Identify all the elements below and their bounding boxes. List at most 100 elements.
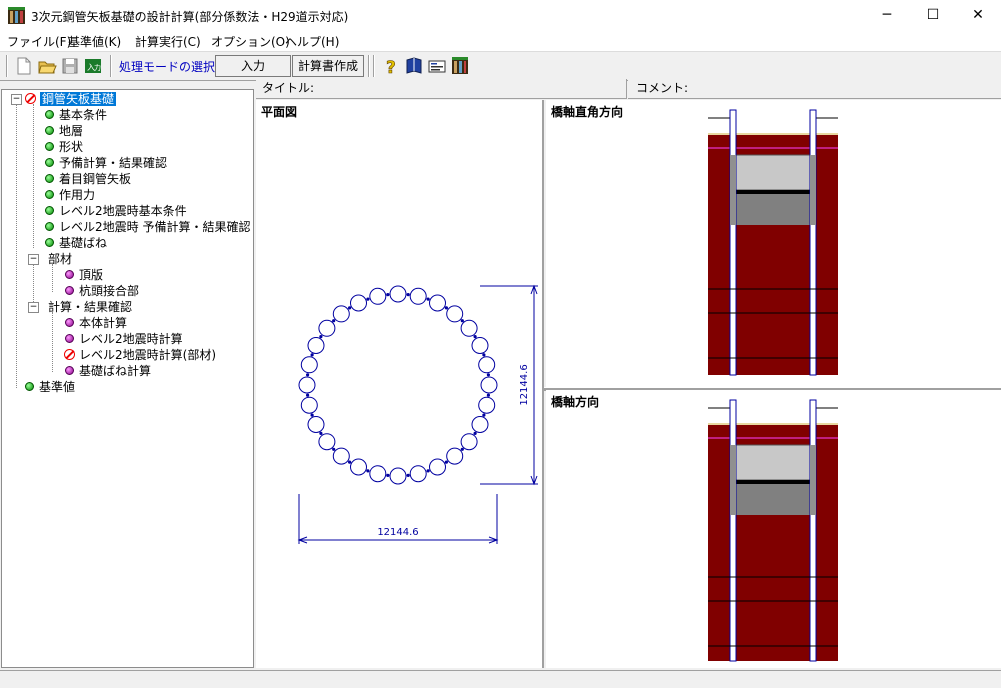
pile-circle xyxy=(389,467,407,485)
tree-item-strata[interactable]: 地層 xyxy=(45,123,83,139)
pile-left xyxy=(729,399,737,662)
tree-item-level2-member-calc[interactable]: レベル2地震時計算(部材) xyxy=(64,347,216,363)
status-ok-icon xyxy=(45,222,54,231)
slab-bottom-line xyxy=(736,480,810,484)
tree-item-foundation-spring[interactable]: 基礎ばね xyxy=(45,235,107,251)
pile-circle xyxy=(332,447,350,465)
tree-item-pile-head-joint[interactable]: 杭頭接合部 xyxy=(65,283,139,299)
pile-joint xyxy=(306,373,310,377)
pile-circle xyxy=(350,458,367,476)
tree-connector xyxy=(33,104,34,248)
plan-view-panel: 平面図 12144.6 12144.6 xyxy=(256,100,544,668)
pile-joint xyxy=(444,460,448,464)
maximize-button[interactable]: ☐ xyxy=(910,0,956,31)
status-bar xyxy=(0,670,1001,688)
tree-expander[interactable]: − xyxy=(11,94,22,105)
mode-input-button[interactable]: 入力 xyxy=(215,55,291,77)
menu-bar: ファイル(F) 基準値(K) 計算実行(C) オプション(O) ヘルプ(H) xyxy=(0,31,1001,51)
pile-joint xyxy=(426,469,430,473)
pile-circle xyxy=(318,433,336,451)
pile-circle xyxy=(409,465,427,483)
tree-item-basic-conditions[interactable]: 基本条件 xyxy=(45,107,107,123)
pile-circle xyxy=(332,305,350,323)
pile-joint xyxy=(482,413,486,417)
menu-help[interactable]: ヘルプ(H) xyxy=(285,33,339,50)
tree-root[interactable]: 鋼管矢板基礎 xyxy=(25,91,117,107)
tree-item-acting-force[interactable]: 作用力 xyxy=(45,187,95,203)
pile-circle xyxy=(478,356,496,374)
open-folder-icon[interactable] xyxy=(37,56,57,76)
top-slab xyxy=(735,444,811,481)
tree-item-preliminary-calc[interactable]: 予備計算・結果確認 xyxy=(45,155,167,171)
help-icon[interactable]: ? xyxy=(381,56,401,76)
tree-item-level2-calc[interactable]: レベル2地震時計算 xyxy=(65,331,183,347)
tree-item-level2-preliminary[interactable]: レベル2地震時 予備計算・結果確認 xyxy=(45,219,250,235)
pile-circle xyxy=(350,294,367,312)
status-pending-icon xyxy=(65,318,74,327)
pile-joint xyxy=(348,460,352,464)
tree-expander[interactable]: − xyxy=(28,302,39,313)
pile-joint xyxy=(486,393,490,397)
status-ok-icon xyxy=(45,190,54,199)
pile-joint xyxy=(460,319,464,323)
tree-item-focus-pile[interactable]: 着目鋼管矢板 xyxy=(45,171,131,187)
pile-joint xyxy=(332,447,336,451)
vertical-dimension-label: 12144.6 xyxy=(519,364,530,405)
title-field[interactable]: タイトル: xyxy=(256,79,627,99)
tree-item-body-calc[interactable]: 本体計算 xyxy=(65,315,127,331)
title-bar: 3次元鋼管矢板基礎の設計計算(部分係数法・H29道示対応) ─ ☐ ✕ xyxy=(0,0,1001,31)
pile-joint xyxy=(310,413,314,417)
top-slab xyxy=(735,154,811,191)
pile-joint xyxy=(486,373,490,377)
save-icon[interactable] xyxy=(60,56,80,76)
section-perpendicular-drawing xyxy=(708,109,838,376)
pile-joint xyxy=(386,473,390,477)
tree-item-standard-values[interactable]: 基準値 xyxy=(25,379,75,395)
toolbar-separator xyxy=(6,55,8,77)
pile-circle xyxy=(307,337,325,354)
window-title: 3次元鋼管矢板基礎の設計計算(部分係数法・H29道示対応) xyxy=(31,10,349,24)
pile-circle xyxy=(480,376,498,394)
tree-item-label: 基準値 xyxy=(39,380,76,394)
tree-item-label: レベル2地震時計算 xyxy=(79,332,183,346)
plan-view-drawing: 12144.6 12144.6 xyxy=(297,284,538,544)
pile-circle xyxy=(307,416,325,433)
tree-group-members[interactable]: 部材 xyxy=(48,251,72,267)
pile-circle xyxy=(369,287,387,305)
tree-expander[interactable]: − xyxy=(28,254,39,265)
tree-item-top-slab[interactable]: 頂版 xyxy=(65,267,103,283)
pile-circle xyxy=(300,356,318,374)
tree-item-spring-calc[interactable]: 基礎ばね計算 xyxy=(65,363,151,379)
status-pending-icon xyxy=(65,286,74,295)
mode-select-label: 処理モードの選択 xyxy=(119,60,216,74)
pile-joint xyxy=(332,319,336,323)
pile-circle xyxy=(446,305,464,323)
export-icon[interactable]: 入 力 xyxy=(83,56,103,76)
close-button[interactable]: ✕ xyxy=(955,0,1001,31)
tree-item-label: 基礎ばね xyxy=(59,236,108,250)
comment-field[interactable]: コメント: xyxy=(628,79,1001,99)
pile-circle xyxy=(409,287,427,305)
tree-item-level2-conditions[interactable]: レベル2地震時基本条件 xyxy=(45,203,187,219)
status-ok-icon xyxy=(45,174,54,183)
tree-connector xyxy=(52,264,53,292)
app-about-icon[interactable] xyxy=(450,56,470,76)
minimize-button[interactable]: ─ xyxy=(864,0,910,31)
create-report-button[interactable]: 計算書作成 xyxy=(292,55,364,77)
comment-label: コメント: xyxy=(636,81,689,95)
status-ok-icon xyxy=(45,206,54,215)
menu-standard-values[interactable]: 基準値(K) xyxy=(68,33,121,50)
menu-options[interactable]: オプション(O) xyxy=(211,33,290,50)
tree-group-calc-results[interactable]: 計算・結果確認 xyxy=(48,299,132,315)
section-view-perpendicular: 橋軸直角方向 xyxy=(546,100,1001,387)
tree-item-label: レベル2地震時基本条件 xyxy=(59,204,187,218)
tree-item-shape[interactable]: 形状 xyxy=(45,139,83,155)
status-ok-icon xyxy=(45,126,54,135)
menu-calculate[interactable]: 計算実行(C) xyxy=(135,33,201,50)
manual-book-icon[interactable] xyxy=(404,56,424,76)
pile-ring xyxy=(298,285,498,485)
info-card-icon[interactable] xyxy=(427,56,447,76)
pile-circle xyxy=(460,319,478,337)
menu-file[interactable]: ファイル(F) xyxy=(7,33,71,50)
new-file-icon[interactable] xyxy=(14,56,34,76)
